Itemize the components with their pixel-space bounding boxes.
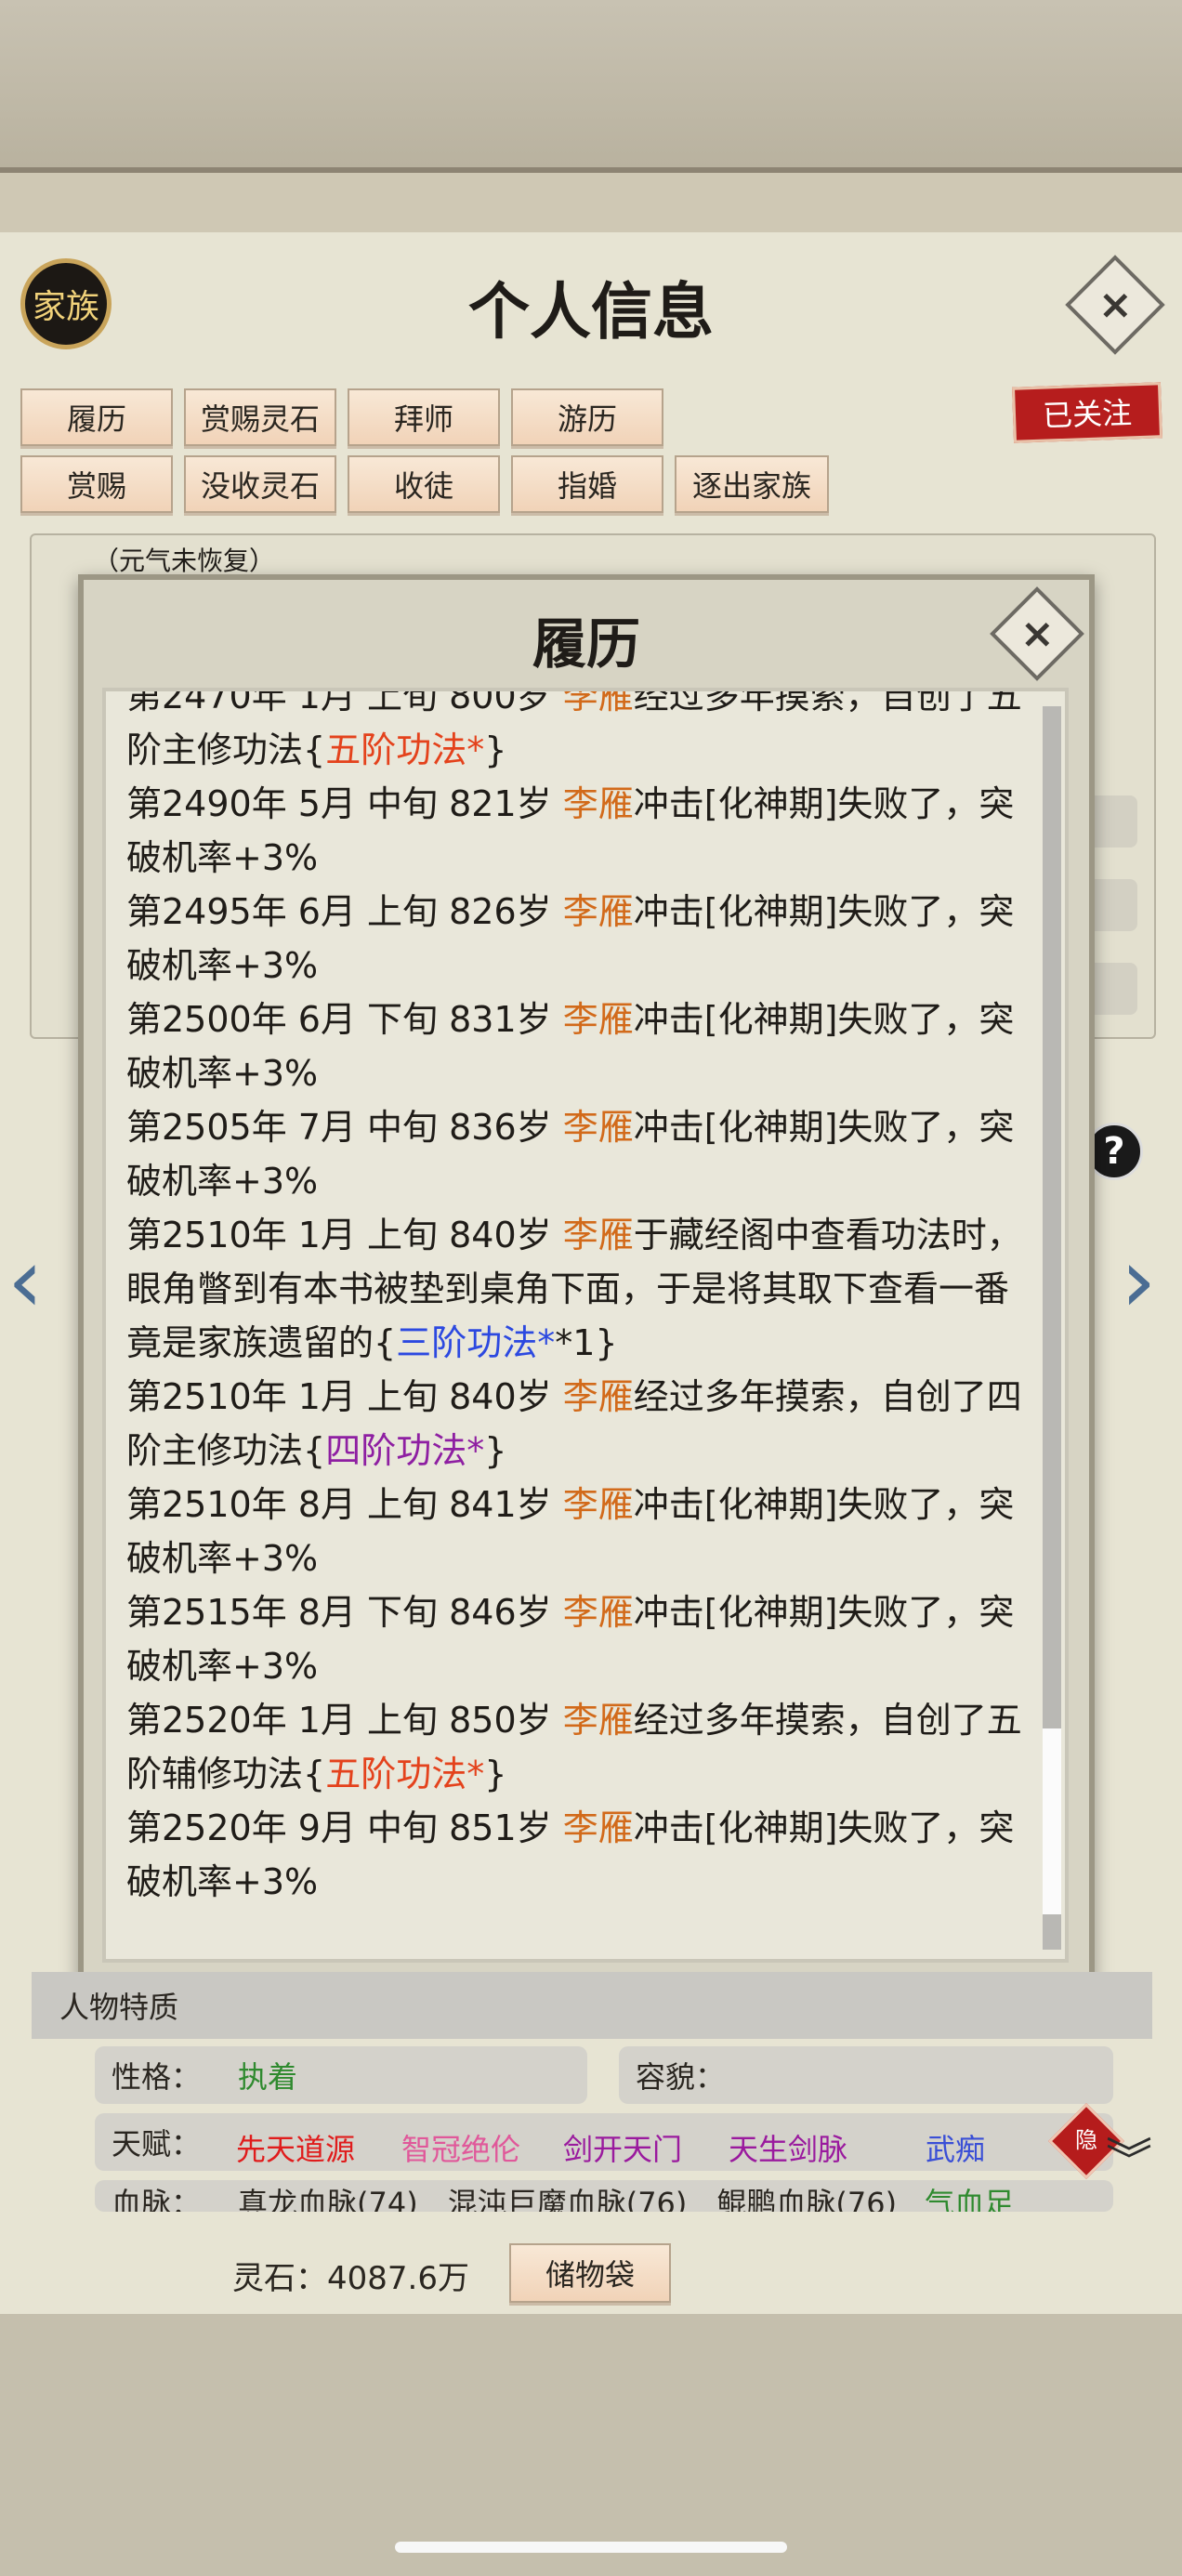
entry-text: 第2520年 9月 中旬 851岁 <box>126 1807 563 1848</box>
btn-take-disciple[interactable]: 收徒 <box>348 455 500 513</box>
appearance-label: 容貌： <box>636 2059 726 2095</box>
talent-item[interactable]: 智冠绝伦 <box>401 2126 520 2169</box>
talent-item[interactable]: 剑开天门 <box>563 2126 682 2169</box>
technique-name: 三阶功法* <box>396 1322 556 1363</box>
technique-name: 五阶功法* <box>325 1754 485 1794</box>
history-entry: 第2505年 7月 中旬 836岁 李雁冲击[化神期]失败了，突破机率+3% <box>126 1100 1037 1208</box>
entry-text: } <box>484 1754 507 1794</box>
history-log-content: 第2470年 1月 上旬 800岁 李雁经过多年摸索，自创了五阶主修功法{五阶功… <box>126 688 1037 1909</box>
btn-arrange-marriage[interactable]: 指婚 <box>511 455 663 513</box>
entry-text: 第2515年 8月 下旬 846岁 <box>126 1592 563 1633</box>
talent-item[interactable]: 天生剑脉 <box>729 2126 847 2169</box>
home-indicator <box>395 2542 787 2553</box>
talent-item[interactable]: 武痴 <box>926 2126 985 2169</box>
previous-character-arrow-icon[interactable]: ‹ <box>7 1236 43 1325</box>
talent-label: 天赋： <box>112 2126 202 2162</box>
history-entry: 第2495年 6月 上旬 826岁 李雁冲击[化神期]失败了，突破机率+3% <box>126 885 1037 992</box>
history-entry: 第2515年 8月 下旬 846岁 李雁冲击[化神期]失败了，突破机率+3% <box>126 1585 1037 1693</box>
btn-travel[interactable]: 游历 <box>511 388 663 446</box>
close-icon: × <box>1019 610 1055 657</box>
character-name: 李雁 <box>562 783 634 824</box>
btn-take-master[interactable]: 拜师 <box>348 388 500 446</box>
entry-text: 第2520年 1月 上旬 850岁 <box>126 1700 563 1741</box>
talent-item[interactable]: 先天道源 <box>236 2126 355 2169</box>
spirit-stone-balance: 灵石：4087.6万 <box>232 2260 469 2297</box>
appearance-row: 容貌： <box>619 2046 1113 2104</box>
entry-text: 第2470年 1月 上旬 800岁 <box>126 688 563 716</box>
character-name: 李雁 <box>562 891 634 932</box>
personality-value: 执着 <box>238 2059 298 2095</box>
entry-text: 第2500年 6月 下旬 831岁 <box>126 999 563 1040</box>
traits-section-header: 人物特质 <box>32 1972 1152 2039</box>
entry-text: } <box>484 1430 507 1471</box>
history-entry: 第2500年 6月 下旬 831岁 李雁冲击[化神期]失败了，突破机率+3% <box>126 992 1037 1100</box>
bloodline-row: 血脉： 真龙血脉(74) 混沌巨魔血脉(76) 鲲鹏血脉(76) 气血足 <box>95 2180 1113 2212</box>
history-entry: 第2470年 1月 上旬 800岁 李雁经过多年摸索，自创了五阶主修功法{五阶功… <box>126 688 1037 777</box>
entry-text: 第2505年 7月 中旬 836岁 <box>126 1107 563 1148</box>
btn-expel-from-clan[interactable]: 逐出家族 <box>675 455 829 513</box>
technique-name: 五阶功法* <box>325 729 485 770</box>
character-name: 李雁 <box>562 1215 634 1255</box>
collapse-chevron-icon[interactable]: ︾ <box>1106 2137 1152 2184</box>
top-banner <box>0 0 1182 173</box>
personality-row: 性格： 执着 <box>95 2046 587 2104</box>
bottom-banner <box>0 2314 1182 2576</box>
bloodline-values: 真龙血脉(74) 混沌巨魔血脉(76) 鲲鹏血脉(76) <box>238 2186 898 2212</box>
bloodline-label: 血脉： <box>112 2186 202 2212</box>
history-popup: 履历 × 第2470年 1月 上旬 800岁 李雁经过多年摸索，自创了五阶主修功… <box>78 574 1095 1991</box>
character-name: 李雁 <box>562 1807 634 1848</box>
btn-reward-stones[interactable]: 赏赐灵石 <box>184 388 336 446</box>
entry-text: 第2510年 1月 上旬 840岁 <box>126 1376 563 1417</box>
bloodline-extra: 气血足 <box>925 2186 1015 2212</box>
btn-reward[interactable]: 赏赐 <box>20 455 173 513</box>
entry-text: 第2510年 8月 上旬 841岁 <box>126 1484 563 1525</box>
character-name: 李雁 <box>562 1700 634 1741</box>
character-name: 李雁 <box>562 999 634 1040</box>
close-icon: × <box>1097 281 1133 328</box>
character-name: 李雁 <box>562 1592 634 1633</box>
status-note: （元气未恢复） <box>93 545 276 576</box>
history-entry: 第2490年 5月 中旬 821岁 李雁冲击[化神期]失败了，突破机率+3% <box>126 777 1037 885</box>
character-name: 李雁 <box>562 688 634 716</box>
history-entry: 第2510年 1月 上旬 840岁 李雁经过多年摸索，自创了四阶主修功法{四阶功… <box>126 1370 1037 1478</box>
follow-button[interactable]: 已关注 <box>1012 382 1162 443</box>
page-title: 个人信息 <box>468 275 714 348</box>
history-log[interactable]: 第2470年 1月 上旬 800岁 李雁经过多年摸索，自创了五阶主修功法{五阶功… <box>102 688 1069 1963</box>
history-entry: 第2520年 9月 中旬 851岁 李雁冲击[化神期]失败了，突破机率+3% <box>126 1801 1037 1909</box>
next-character-arrow-icon[interactable]: › <box>1121 1236 1156 1325</box>
history-entry: 第2520年 1月 上旬 850岁 李雁经过多年摸索，自创了五阶辅修功法{五阶功… <box>126 1693 1037 1801</box>
popup-title: 履历 <box>532 612 640 676</box>
personality-label: 性格： <box>112 2059 202 2095</box>
technique-name: 四阶功法* <box>325 1430 485 1471</box>
entry-text: 第2490年 5月 中旬 821岁 <box>126 783 563 824</box>
entry-text: *1} <box>555 1322 618 1363</box>
history-scrollbar[interactable] <box>1043 706 1061 1950</box>
history-entry: 第2510年 8月 上旬 841岁 李雁冲击[化神期]失败了，突破机率+3% <box>126 1478 1037 1585</box>
character-name: 李雁 <box>562 1107 634 1148</box>
btn-history[interactable]: 履历 <box>20 388 173 446</box>
hide-label: 隐 <box>1075 2126 1097 2153</box>
entry-text: 第2495年 6月 上旬 826岁 <box>126 891 563 932</box>
entry-text: } <box>484 729 507 770</box>
character-name: 李雁 <box>562 1376 634 1417</box>
character-name: 李雁 <box>562 1484 634 1525</box>
history-scrollbar-thumb[interactable] <box>1043 1728 1061 1914</box>
btn-confiscate-stones[interactable]: 没收灵石 <box>184 455 336 513</box>
entry-text: 第2510年 1月 上旬 840岁 <box>126 1215 563 1255</box>
storage-bag-button[interactable]: 储物袋 <box>509 2243 671 2303</box>
history-entry: 第2510年 1月 上旬 840岁 李雁于藏经阁中查看功法时，眼角瞥到有本书被垫… <box>126 1208 1037 1370</box>
